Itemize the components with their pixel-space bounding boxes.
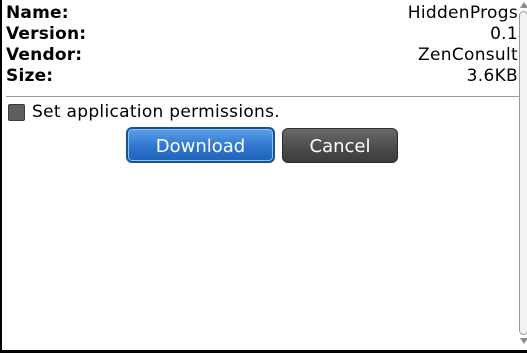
download-button[interactable]: Download xyxy=(126,127,275,163)
vendor-row: Vendor: ZenConsult xyxy=(6,45,518,66)
separator-line xyxy=(6,96,519,97)
app-info-panel: Name: HiddenProgs Version: 0.1 Vendor: Z… xyxy=(6,3,518,87)
download-dialog: Name: HiddenProgs Version: 0.1 Vendor: Z… xyxy=(0,0,527,353)
vertical-scrollbar[interactable] xyxy=(519,2,527,346)
name-value: HiddenProgs xyxy=(407,3,518,23)
size-value: 3.6KB xyxy=(466,66,518,86)
scroll-down-arrow-icon[interactable] xyxy=(520,338,527,344)
size-row: Size: 3.6KB xyxy=(6,66,518,87)
permissions-label[interactable]: Set application permissions. xyxy=(32,101,280,123)
scroll-up-arrow-icon[interactable] xyxy=(520,2,527,8)
cancel-button[interactable]: Cancel xyxy=(282,128,398,163)
name-label: Name: xyxy=(6,3,69,23)
name-row: Name: HiddenProgs xyxy=(6,3,518,24)
version-label: Version: xyxy=(6,24,87,44)
scroll-track[interactable] xyxy=(519,11,527,335)
version-row: Version: 0.1 xyxy=(6,24,518,45)
permissions-checkbox[interactable] xyxy=(8,104,25,121)
version-value: 0.1 xyxy=(490,24,518,44)
vendor-label: Vendor: xyxy=(6,45,83,65)
size-label: Size: xyxy=(6,66,54,86)
vendor-value: ZenConsult xyxy=(418,45,518,65)
